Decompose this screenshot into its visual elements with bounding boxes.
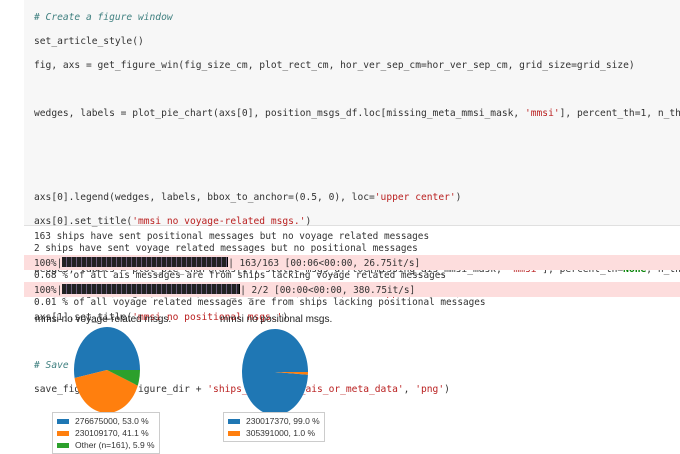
legend-label: 230017370, 99.0 % bbox=[246, 416, 320, 426]
legend-swatch bbox=[57, 418, 69, 424]
code-string: 'mmsi' bbox=[524, 108, 560, 119]
legend-item: 230109170, 41.1 % bbox=[57, 427, 155, 439]
legend-item: 230017370, 99.0 % bbox=[228, 415, 320, 427]
progress-info: | 2/2 [00:00<00:00, 380.75it/s] bbox=[240, 285, 416, 296]
output-line: 163 ships have sent positional messages … bbox=[34, 231, 430, 242]
progress-fill bbox=[62, 257, 229, 267]
pie-title-1: mmsi no voyage-related msgs. bbox=[35, 314, 172, 325]
code-line: ) bbox=[444, 384, 450, 395]
code-line: set_article_style() bbox=[34, 36, 144, 47]
progress-percent: 100%| bbox=[34, 285, 63, 296]
legend-item: 276675000, 53.0 % bbox=[57, 415, 155, 427]
legend-1: 276675000, 53.0 % 230109170, 41.1 % Othe… bbox=[52, 412, 160, 454]
pie-chart-2 bbox=[242, 329, 308, 416]
legend-label: 305391000, 1.0 % bbox=[246, 428, 316, 438]
legend-swatch bbox=[57, 430, 69, 436]
code-line: fig, axs = get_figure_win(fig_size_cm, p… bbox=[34, 60, 635, 71]
legend-2: 230017370, 99.0 % 305391000, 1.0 % bbox=[223, 412, 325, 442]
legend-label: 230109170, 41.1 % bbox=[75, 428, 149, 438]
code-line: axs[0].set_title( bbox=[34, 216, 133, 227]
legend-swatch bbox=[228, 430, 240, 436]
progress-info: | 163/163 [00:06<00:00, 26.75it/s] bbox=[228, 258, 421, 269]
output-line: 0.01 % of all voyage related messages ar… bbox=[34, 297, 486, 308]
output-line: 0.68 % of all ais messages are from ship… bbox=[34, 270, 447, 281]
legend-item: Other (n=161), 5.9 % bbox=[57, 439, 155, 451]
code-string: 'upper center' bbox=[374, 192, 456, 203]
code-line: # Create a figure window bbox=[34, 12, 173, 23]
code-string: 'png' bbox=[415, 384, 445, 395]
code-line: wedges, labels = plot_pie_chart(axs[0], … bbox=[34, 108, 525, 119]
legend-label: Other (n=161), 5.9 % bbox=[75, 440, 155, 450]
code-string: 'mmsi no voyage-related msgs.' bbox=[132, 216, 306, 227]
pie-title-2: mmsi no positional msgs. bbox=[220, 314, 333, 325]
legend-swatch bbox=[228, 418, 240, 424]
progress-percent: 100%| bbox=[34, 258, 63, 269]
code-line: axs[0].legend(wedges, labels, bbox_to_an… bbox=[34, 192, 375, 203]
legend-swatch bbox=[57, 442, 69, 448]
progress-bar-2: 100%| | 2/2 [00:00<00:00, 380.75it/s] bbox=[34, 284, 415, 297]
legend-label: 276675000, 53.0 % bbox=[75, 416, 149, 426]
code-line: ) bbox=[305, 216, 312, 227]
code-line: ], percent_th=1, n_th=3) bbox=[559, 108, 680, 119]
progress-bar-1: 100%| | 163/163 [00:06<00:00, 26.75it/s] bbox=[34, 257, 420, 270]
code-line: , bbox=[403, 384, 416, 395]
code-line: ) bbox=[455, 192, 462, 203]
legend-item: 305391000, 1.0 % bbox=[228, 427, 320, 439]
output-line: 2 ships have sent voyage related message… bbox=[34, 243, 418, 254]
progress-fill bbox=[62, 284, 241, 294]
pie-chart-1 bbox=[74, 327, 140, 413]
